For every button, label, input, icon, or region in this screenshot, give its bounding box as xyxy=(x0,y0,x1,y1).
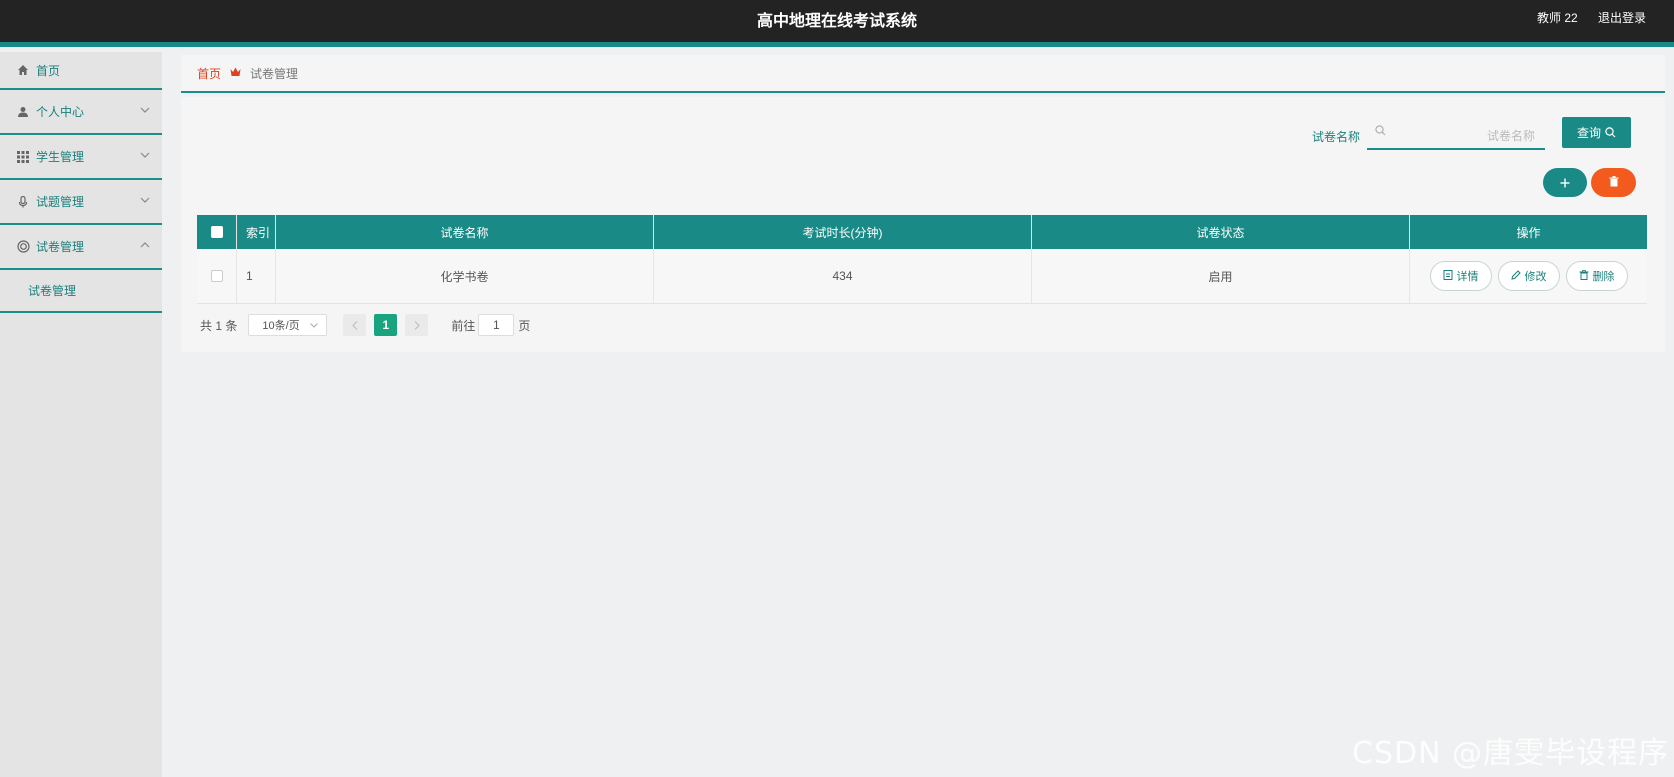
detail-button[interactable]: 详情 xyxy=(1429,261,1492,291)
delete-button[interactable]: 删除 xyxy=(1565,261,1628,291)
sidebar-subitem-paper-management[interactable]: 试卷管理 xyxy=(0,270,162,313)
search-icon xyxy=(1605,127,1616,138)
add-button[interactable] xyxy=(1543,168,1587,197)
top-bar: 高中地理在线考试系统 教师 22 退出登录 xyxy=(0,0,1674,47)
sidebar-item-profile[interactable]: 个人中心 xyxy=(0,90,162,135)
edit-button[interactable]: 修改 xyxy=(1497,261,1560,291)
sidebar-item-label: 个人中心 xyxy=(36,105,85,119)
chevron-down-icon xyxy=(310,320,319,330)
select-all-checkbox[interactable] xyxy=(197,215,237,249)
home-icon xyxy=(16,63,30,77)
current-user: 教师 22 xyxy=(1537,11,1578,25)
papers-table: 索引 试卷名称 考试时长(分钟) 试卷状态 操作 1 化学书卷 434 启用 详… xyxy=(197,215,1647,304)
query-button-label: 查询 xyxy=(1576,126,1601,140)
cell-name: 化学书卷 xyxy=(276,249,654,303)
main-panel: 试卷名称 试卷名称 查询 索引 试卷名称 考试时长(分钟) 试卷状态 操作 1 … xyxy=(181,97,1665,352)
search-icon xyxy=(1375,125,1386,139)
column-header: 试卷状态 xyxy=(1032,215,1410,249)
total-count: 共 1 条 xyxy=(200,318,238,333)
prev-page-button[interactable] xyxy=(343,314,367,336)
breadcrumb-current: 试卷管理 xyxy=(250,66,299,81)
chevron-down-icon xyxy=(140,149,150,161)
column-header: 试卷名称 xyxy=(276,215,654,249)
page-suffix: 页 xyxy=(518,318,531,333)
page-size-select[interactable]: 10条/页 xyxy=(248,314,328,336)
table-row: 1 化学书卷 434 启用 详情 修改 删除 xyxy=(197,249,1647,304)
crown-icon xyxy=(230,67,241,80)
sidebar-item-label: 首页 xyxy=(36,63,61,78)
row-checkbox[interactable] xyxy=(197,249,237,303)
trash-icon xyxy=(1609,175,1619,190)
goto-page-input[interactable]: 1 xyxy=(478,314,515,336)
search-placeholder: 试卷名称 xyxy=(1486,129,1535,143)
chevron-down-icon xyxy=(140,194,150,206)
pencil-icon xyxy=(1510,269,1521,283)
detail-button-label: 详情 xyxy=(1456,271,1479,283)
sidebar: 首页 个人中心 学生管理 试题管理 试卷管理 试卷管理 xyxy=(0,52,162,777)
cell-status: 启用 xyxy=(1032,249,1410,303)
search-label: 试卷名称 xyxy=(1312,130,1361,144)
logout-link[interactable]: 退出登录 xyxy=(1598,9,1646,26)
page-number-current[interactable]: 1 xyxy=(374,314,398,336)
cell-index: 1 xyxy=(237,249,276,303)
sidebar-item-questions[interactable]: 试题管理 xyxy=(0,180,162,225)
goto-label: 前往 xyxy=(451,318,476,333)
query-button[interactable]: 查询 xyxy=(1562,117,1631,148)
user-icon xyxy=(16,105,30,119)
delete-button-label: 删除 xyxy=(1592,271,1615,283)
sidebar-item-home[interactable]: 首页 xyxy=(0,52,162,90)
breadcrumb-home[interactable]: 首页 xyxy=(197,65,221,82)
document-icon xyxy=(1443,269,1453,283)
edit-button-label: 修改 xyxy=(1524,271,1547,283)
column-header: 考试时长(分钟) xyxy=(654,215,1032,249)
sidebar-item-students[interactable]: 学生管理 xyxy=(0,135,162,180)
page-size-value: 10条/页 xyxy=(262,320,300,332)
trash-icon xyxy=(1579,269,1589,283)
pagination: 共 1 条 10条/页 1 前往 1 页 xyxy=(200,314,530,336)
chevron-down-icon xyxy=(140,104,150,116)
sidebar-item-papers[interactable]: 试卷管理 xyxy=(0,225,162,270)
sidebar-item-label: 试卷管理 xyxy=(36,240,85,254)
cell-actions: 详情 修改 删除 xyxy=(1410,249,1647,303)
cell-duration: 434 xyxy=(654,249,1032,303)
table-header: 索引 试卷名称 考试时长(分钟) 试卷状态 操作 xyxy=(197,215,1647,249)
sidebar-item-label: 试题管理 xyxy=(36,195,85,209)
app-title: 高中地理在线考试系统 xyxy=(756,11,917,30)
grid-icon xyxy=(16,150,30,164)
chevron-up-icon xyxy=(140,239,150,251)
mic-icon xyxy=(16,195,30,209)
column-header: 索引 xyxy=(237,215,276,249)
sidebar-item-label: 学生管理 xyxy=(36,150,85,164)
circle-icon xyxy=(16,240,30,254)
plus-icon xyxy=(1560,175,1570,191)
search-input[interactable]: 试卷名称 xyxy=(1367,119,1545,150)
watermark: CSDN @唐雯毕设程序 xyxy=(1352,736,1670,771)
batch-delete-button[interactable] xyxy=(1591,168,1636,197)
breadcrumb: 首页 试卷管理 xyxy=(181,55,1665,93)
next-page-button[interactable] xyxy=(405,314,429,336)
column-header: 操作 xyxy=(1516,225,1541,240)
